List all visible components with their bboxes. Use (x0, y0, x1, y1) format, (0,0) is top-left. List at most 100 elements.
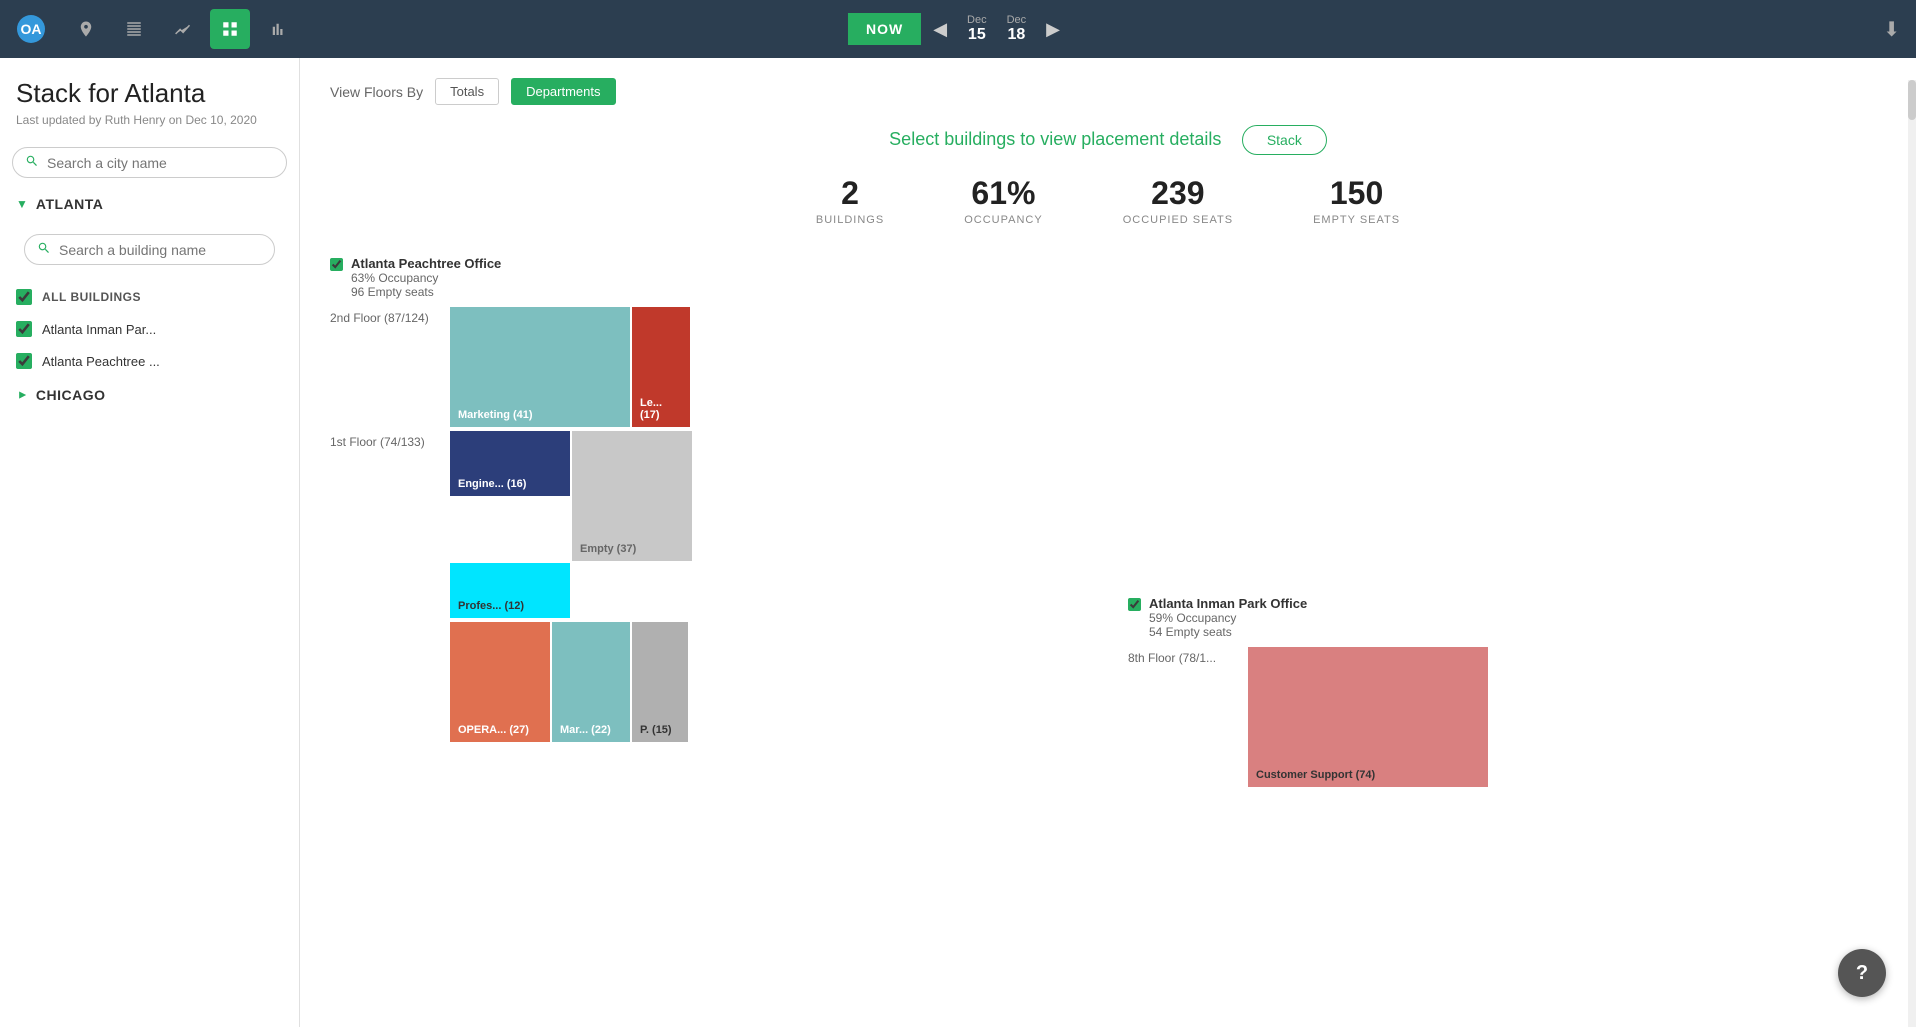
stat-empty-value: 150 (1313, 175, 1400, 212)
peachtree-legend-checkbox[interactable] (330, 258, 343, 271)
stat-empty-label: EMPTY SEATS (1313, 214, 1400, 226)
floor-1-bottom-row: Profes... (12) (450, 563, 692, 618)
stat-occupied-label: OCCUPIED SEATS (1123, 214, 1233, 226)
professional-block: Profes... (12) (450, 563, 570, 618)
table-nav-icon[interactable] (114, 9, 154, 49)
stat-empty-seats: 150 EMPTY SEATS (1313, 175, 1400, 226)
chicago-city-label: CHICAGO (36, 387, 106, 403)
page-title: Stack for Atlanta (0, 70, 299, 111)
city-search-box[interactable] (12, 147, 287, 178)
chicago-chevron-icon: ▼ (15, 389, 29, 401)
bar-nav-icon[interactable] (258, 9, 298, 49)
building-search-wrap (0, 222, 299, 281)
atlanta-chevron-icon: ▼ (16, 197, 28, 211)
operations-block: OPERA... (27) (450, 622, 550, 742)
stat-occupancy-value: 61% (964, 175, 1042, 212)
grid-nav-icon[interactable] (210, 9, 250, 49)
inman-legend-info: Atlanta Inman Park Office 59% Occupancy … (1149, 596, 1307, 639)
inman-building-label: Atlanta Inman Par... (42, 322, 156, 337)
peachtree-floor-1b: OPERA... (27) Mar... (22) P. (15) (330, 622, 1088, 742)
view-floors-label: View Floors By (330, 84, 423, 100)
nav-icons (66, 9, 298, 49)
peachtree-checkbox[interactable] (16, 353, 32, 369)
date1-display: Dec 15 (959, 14, 995, 44)
atlanta-city-label: ATLANTA (36, 196, 104, 212)
stack-button[interactable]: Stack (1242, 125, 1327, 155)
inman-empty-seats: 54 Empty seats (1149, 625, 1307, 639)
stat-buildings-value: 2 (816, 175, 884, 212)
peachtree-building-row[interactable]: Atlanta Peachtree ... (0, 345, 299, 377)
totals-toggle-button[interactable]: Totals (435, 78, 499, 105)
customer-support-block: Customer Support (74) (1248, 647, 1488, 787)
city-search-input[interactable] (47, 155, 274, 171)
legal-block: Le... (17) (632, 307, 690, 427)
select-prompt-bar: Select buildings to view placement detai… (330, 125, 1886, 155)
p-block: P. (15) (632, 622, 688, 742)
location-nav-icon[interactable] (66, 9, 106, 49)
view-floors-bar: View Floors By Totals Departments (330, 78, 1886, 105)
inman-floor-8: 8th Floor (78/1... Customer Support (74) (1128, 647, 1886, 787)
peachtree-legend: Atlanta Peachtree Office 63% Occupancy 9… (330, 256, 1088, 299)
marketing-block: Marketing (41) (450, 307, 630, 427)
download-button[interactable]: ⬇︎ (1883, 17, 1900, 42)
trend-nav-icon[interactable] (162, 9, 202, 49)
floor-1b-blocks: OPERA... (27) Mar... (22) P. (15) (450, 622, 688, 742)
all-buildings-checkbox[interactable] (16, 289, 32, 305)
peachtree-occupancy: 63% Occupancy (351, 271, 501, 285)
peachtree-floor-2: 2nd Floor (87/124) Marketing (41) Le... … (330, 307, 1088, 427)
peachtree-building-label: Atlanta Peachtree ... (42, 354, 160, 369)
inman-chart: Atlanta Inman Park Office 59% Occupancy … (1128, 596, 1886, 791)
floor-8-blocks: Customer Support (74) (1248, 647, 1488, 787)
all-buildings-label: ALL BUILDINGS (42, 290, 141, 304)
floor-1-label: 1st Floor (74/133) (330, 431, 450, 449)
city-search-icon (25, 154, 39, 171)
inman-building-name: Atlanta Inman Park Office (1149, 596, 1307, 611)
main-layout: Stack for Atlanta Last updated by Ruth H… (0, 58, 1916, 1027)
date2-display: Dec 18 (999, 14, 1035, 44)
building-search-icon (37, 241, 51, 258)
next-date-button[interactable]: ▶ (1038, 15, 1068, 44)
stat-buildings-label: BUILDINGS (816, 214, 884, 226)
floor-2-label: 2nd Floor (87/124) (330, 307, 450, 325)
inman-checkbox[interactable] (16, 321, 32, 337)
inman-legend: Atlanta Inman Park Office 59% Occupancy … (1128, 596, 1886, 639)
building-search-input[interactable] (59, 242, 262, 258)
stat-occupied-value: 239 (1123, 175, 1233, 212)
chicago-city-row[interactable]: ▼ CHICAGO (0, 377, 299, 413)
now-button[interactable]: NOW (848, 13, 921, 45)
stat-occupancy: 61% OCCUPANCY (964, 175, 1042, 226)
peachtree-chart: Atlanta Peachtree Office 63% Occupancy 9… (330, 256, 1088, 746)
scrollbar[interactable] (1908, 80, 1916, 1027)
charts-area: Atlanta Peachtree Office 63% Occupancy 9… (330, 256, 1886, 791)
page-subtitle: Last updated by Ruth Henry on Dec 10, 20… (0, 111, 299, 139)
top-navigation: OA NOW ◀ Dec 15 Dec 18 ▶ ⬇︎ (0, 0, 1916, 58)
empty-block: Empty (37) (572, 431, 692, 561)
peachtree-empty-seats: 96 Empty seats (351, 285, 501, 299)
engineering-block: Engine... (16) (450, 431, 570, 496)
building-search-box[interactable] (24, 234, 275, 265)
scrollbar-thumb[interactable] (1908, 80, 1916, 120)
main-content: View Floors By Totals Departments Select… (300, 58, 1916, 1027)
stat-occupancy-label: OCCUPANCY (964, 214, 1042, 226)
floor-2-blocks: Marketing (41) Le... (17) (450, 307, 690, 427)
svg-text:OA: OA (21, 21, 42, 37)
peachtree-floor-1: 1st Floor (74/133) Engine... (16) Empty … (330, 431, 1088, 618)
atlanta-city-row[interactable]: ▼ ATLANTA (0, 186, 299, 222)
help-button[interactable]: ? (1838, 949, 1886, 997)
floor-1-top-row: Engine... (16) Empty (37) (450, 431, 692, 561)
inman-occupancy: 59% Occupancy (1149, 611, 1307, 625)
floor-1b-label (330, 622, 450, 626)
nav-date-controls: NOW ◀ Dec 15 Dec 18 ▶ (848, 13, 1068, 45)
inman-legend-checkbox[interactable] (1128, 598, 1141, 611)
inman-building-row[interactable]: Atlanta Inman Par... (0, 313, 299, 345)
stat-buildings: 2 BUILDINGS (816, 175, 884, 226)
floor-1-blocks-wrapper: Engine... (16) Empty (37) Profes... (12) (450, 431, 692, 618)
departments-toggle-button[interactable]: Departments (511, 78, 615, 105)
peachtree-legend-info: Atlanta Peachtree Office 63% Occupancy 9… (351, 256, 501, 299)
marketing2-block: Mar... (22) (552, 622, 630, 742)
all-buildings-row[interactable]: ALL BUILDINGS (0, 281, 299, 313)
prev-date-button[interactable]: ◀ (925, 15, 955, 44)
stats-row: 2 BUILDINGS 61% OCCUPANCY 239 OCCUPIED S… (330, 175, 1886, 226)
sidebar: Stack for Atlanta Last updated by Ruth H… (0, 58, 300, 1027)
stat-occupied-seats: 239 OCCUPIED SEATS (1123, 175, 1233, 226)
